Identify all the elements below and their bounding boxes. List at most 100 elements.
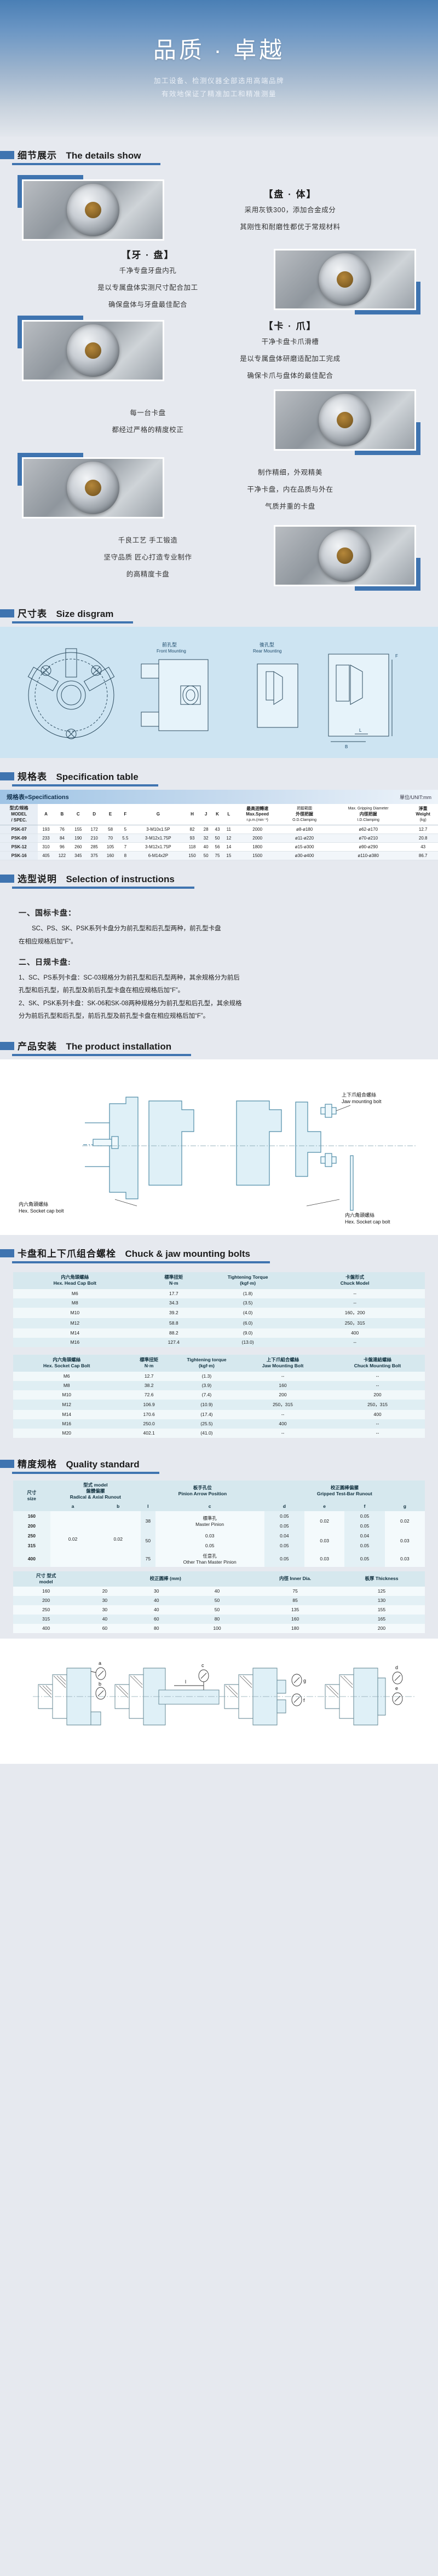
col-bolt2-cn: 内六角頭螺絲: [53, 1356, 81, 1362]
section-tab-marker: [0, 875, 14, 883]
cell-b: 84: [54, 834, 71, 843]
selection-para-1b: 在相应规格后加“F”。: [19, 938, 77, 945]
photo-frame: [22, 457, 164, 518]
detail-block: 制作精细，外观精美 干净卡盘，内在品质与外在 气质并重的卡盘: [0, 453, 438, 522]
detail-title: 【盘 · 体】: [263, 189, 317, 200]
cell-kgf: (4.0): [243, 1310, 253, 1316]
section-tab-marker: [0, 151, 14, 159]
detail-text: 【牙 · 盘】 千净专盘牙盘内孔 是以专属盘体实测尺寸配合加工 确保盘体与牙盘最…: [22, 247, 274, 312]
cell-od: ø30-ø400: [280, 851, 329, 861]
cell-f: 0.05: [344, 1550, 385, 1567]
craftsmanship-illustration: [319, 529, 371, 582]
hero-subtitle-line1: 加工设备、检测仪器全部选用高端品牌: [153, 77, 284, 85]
col-runout-cn: 盤體偏擺: [86, 1488, 105, 1494]
col-size-en: size: [27, 1495, 36, 1501]
col-model: 型式/规格 MODEL / SPEC.: [0, 804, 38, 826]
cell-jaw: 160: [279, 1383, 287, 1389]
selection-para-3a: 2、SK、PSK系列卡盘：SK-06和SK-08两种规格分为前孔型和后孔型，其余…: [19, 1000, 242, 1007]
selection-para-2a: 1、SC、PS系列卡盘：SC-03规格分为前孔型和后孔型两种，其余规格分为前后: [19, 974, 240, 981]
cell-speed: 1500: [234, 851, 281, 861]
chuck-illustration: [67, 184, 119, 236]
detail-block: 千良工艺 手工锻造 坚守品质 匠心打造专业制作 的高精度卡盘: [0, 522, 438, 591]
hero-subtitle: 加工设备、检测仪器全部选用高端品牌 有效地保证了精准加工和精准测量: [154, 75, 284, 101]
cell-c: 190: [70, 834, 87, 843]
cell-size: 200: [42, 1598, 50, 1604]
col-b: b: [95, 1501, 141, 1511]
col-id-cn: 内徑把握: [359, 811, 377, 817]
cell-pinion-other: 任意孔 Other Than Master Pinion: [155, 1550, 264, 1567]
cell-h: 150: [184, 851, 200, 861]
table-row: M16 127.4 (13.0) --: [13, 1337, 425, 1347]
cell-inner: 75: [292, 1588, 298, 1594]
col-g: g: [384, 1501, 425, 1511]
quality2-body: 160 20 30 40 75 125 200 30 40 50 85 130 …: [13, 1586, 425, 1633]
section-tab-marker: [0, 772, 14, 780]
cell-nm: 127.4: [168, 1339, 180, 1345]
cell-c1: 30: [102, 1598, 108, 1604]
table-row: PSK-12 310 96 260 285 105 7 3-M12x1.75P …: [0, 842, 438, 852]
col-testbar-en: Gripped Test-Bar Runout: [316, 1491, 372, 1497]
table-row: 200 30 40 50 85 130: [13, 1595, 425, 1605]
quality-table-2: 尺寸 型式 model 校正圓棒 (mm) 内徑 Inner Dia. 板厚 T…: [13, 1571, 425, 1633]
selection-para-2b: 孔型和后孔型，前孔型及前后孔型卡盘在相应规格后加“F”。: [19, 987, 185, 994]
cell-kgf: (13.0): [241, 1339, 254, 1345]
size-diagram: B L F 前孔型 Front Mounting 後孔型 Rear Mounti…: [0, 627, 438, 758]
cell-g: 3-M12x1.75P: [132, 834, 185, 843]
rear-mounting-label-cn: 後孔型: [260, 642, 274, 648]
col-jaw-mounting-bolt: 上下爪組合螺絲 Jaw Mounting Bolt: [235, 1354, 330, 1372]
cell-size: 400: [42, 1625, 50, 1631]
scroll-plate-illustration: [319, 253, 371, 306]
quality-header-row-1: 尺寸 size 型式 model 盤體偏擺 Radical & Axial Ru…: [13, 1480, 425, 1511]
product-detail-page: 品质 · 卓越 加工设备、检测仪器全部选用高端品牌 有效地保证了精准加工和精准测…: [0, 0, 438, 1764]
cell-g: 0.02: [384, 1511, 425, 1531]
table-row: 250 30 40 50 135 155: [13, 1605, 425, 1615]
cell-c3: 80: [214, 1616, 220, 1622]
cell-b: 0.02: [95, 1511, 141, 1567]
cell-g: 6-M14x2P: [132, 851, 185, 861]
col-nm: N·m: [169, 1280, 178, 1286]
gauge-label-a: a: [99, 1660, 101, 1666]
cell-j: 40: [200, 842, 212, 852]
col-thick-cn: 板厚: [365, 1576, 374, 1582]
bolt-table-hex-head: 内六角頭螺絲 Hex. Head Cap Bolt 標準扭矩 N·m Tight…: [13, 1272, 425, 1347]
section-title-cn: 规格表: [18, 772, 47, 782]
table-row: M8 34.3 (3.5) --: [13, 1298, 425, 1308]
cell-thick: 165: [377, 1616, 386, 1622]
cell-chuck: --: [353, 1339, 356, 1345]
col-e: E: [102, 804, 119, 826]
cell-mount: --: [376, 1373, 379, 1379]
col-torque-en: Tightening Torque: [227, 1274, 268, 1280]
photo-frame: [274, 389, 416, 451]
cell-f: 0.04: [344, 1530, 385, 1541]
section-title-cn: 选型说明: [18, 874, 57, 885]
col-test-bar: 校正圓棒 (mm): [79, 1571, 252, 1587]
col-bolt2-en: Hex. Socket Cap Bolt: [43, 1363, 90, 1369]
install-diagram-svg: 上下爪組合螺絲 Jaw mounting bolt 内六角頭螺絲 Hex. So…: [0, 1062, 438, 1227]
col-f: f: [344, 1501, 385, 1511]
cell-bolt: M16: [62, 1421, 72, 1427]
section-header-size: 尺寸表 Size disgram: [0, 595, 438, 627]
cell-nm: 106.9: [143, 1402, 155, 1408]
col-grip-cn: 把握範圍: [297, 807, 313, 811]
section-title-cn: 精度规格: [18, 1459, 57, 1470]
col-weight: 淨重 Weight (kg): [408, 804, 438, 826]
cell-pinion-master: 標準孔 Master Pinion: [155, 1511, 264, 1531]
col-speed-unit: r.p.m.(min⁻¹): [246, 818, 268, 823]
cell-f: 5.5: [118, 834, 132, 843]
cell-bolt: M12: [62, 1402, 72, 1408]
detail-line: 是以专属盘体实测尺寸配合加工: [97, 284, 198, 292]
cell-c1: 20: [102, 1588, 108, 1594]
cell-j: 50: [200, 851, 212, 861]
detail-line: 干净卡盘，内在品质与外在: [247, 485, 333, 493]
jaw-mounting-bolt-label-cn: 上下爪組合螺絲: [342, 1092, 376, 1098]
craftsmanship-photo: [274, 525, 420, 591]
cell-bolt: M8: [71, 1300, 78, 1306]
master-pinion-cn: 標準孔: [203, 1515, 217, 1521]
cell-l: 11: [223, 825, 235, 835]
col-model-cn: 型式/规格: [9, 806, 28, 811]
cell-chuck: 160，200: [344, 1310, 365, 1316]
col-hex-socket-bolt: 内六角頭螺絲 Hex. Socket Cap Bolt: [13, 1354, 120, 1372]
section-header-details: 细节展示 The details show: [0, 137, 438, 168]
section-tab-marker: [0, 1249, 14, 1257]
table-row: 160 0.02 0.02 38 標準孔 Master Pinion 0.05 …: [13, 1511, 425, 1567]
